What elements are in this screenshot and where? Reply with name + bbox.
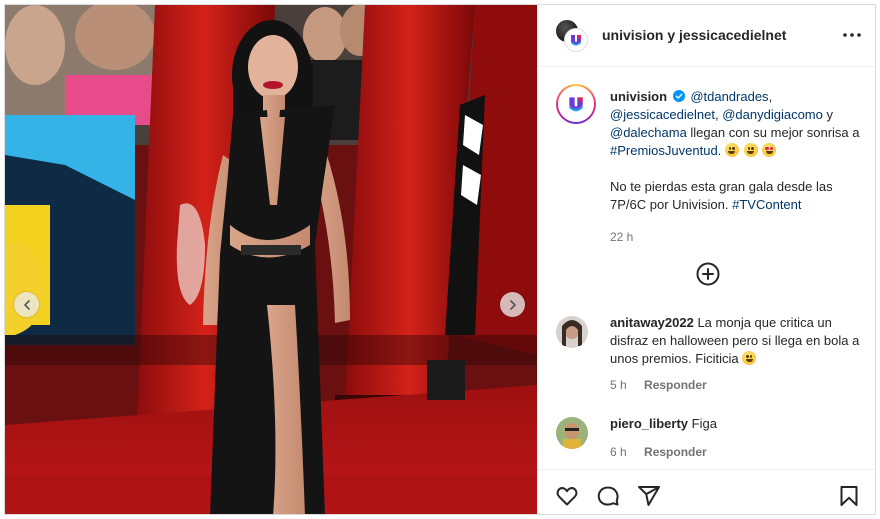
chevron-right-icon	[509, 299, 516, 310]
comment-text: anitaway2022 La monja que critica un dis…	[610, 314, 868, 368]
comment-username[interactable]: anitaway2022	[610, 315, 694, 330]
post-header: univision y jessicacedielnet	[538, 5, 875, 67]
reply-button[interactable]: Responder	[644, 445, 707, 459]
caption-avatar-univision[interactable]	[556, 84, 596, 124]
post-actions-bar	[538, 469, 875, 514]
add-circle-icon	[696, 262, 720, 286]
like-button[interactable]	[555, 484, 579, 508]
hashtag-link[interactable]: #TVContent	[732, 197, 801, 212]
post-account-names[interactable]: univision y jessicacedielnet	[602, 27, 786, 43]
avatar-image	[556, 316, 588, 348]
caption-timestamp[interactable]: 22 h	[610, 230, 633, 244]
grinning-face-icon	[724, 143, 739, 157]
collab-avatars[interactable]	[555, 19, 587, 51]
caption-text-1-end: .	[717, 143, 725, 158]
carousel-prev-button[interactable]	[14, 292, 39, 317]
post-photo[interactable]	[5, 5, 537, 514]
comment-meta: 5 h Responder	[610, 378, 707, 392]
comment-time[interactable]: 6 h	[610, 445, 627, 459]
mention-link[interactable]: @dalechama	[610, 125, 687, 140]
smiling-face-icon	[743, 143, 758, 157]
univision-logo-icon	[569, 97, 583, 112]
post-side-panel: univision y jessicacedielnet univision @…	[537, 5, 875, 514]
hashtag-link[interactable]: #PremiosJuventud	[610, 143, 718, 158]
caption-text-1: llegan con su mejor sonrisa a	[686, 125, 860, 140]
verified-badge-icon	[672, 90, 685, 102]
comment-button[interactable]	[596, 484, 620, 508]
comment-icon	[597, 486, 619, 506]
comments-scroll-area[interactable]: univision @tdandrades, @jessicacedielnet…	[538, 68, 875, 468]
caption-connector: ,	[768, 89, 773, 104]
mention-link[interactable]: @jessicacedielnet	[610, 107, 715, 122]
caption-username[interactable]: univision	[610, 89, 667, 104]
share-button[interactable]	[637, 484, 661, 508]
comment-body: Figa	[688, 416, 717, 431]
avatar-image	[556, 417, 588, 449]
reply-button[interactable]: Responder	[644, 378, 707, 392]
comment-username[interactable]: piero_liberty	[610, 416, 688, 431]
carousel-next-button[interactable]	[500, 292, 525, 317]
mention-link[interactable]: @danydigiacomo	[722, 107, 823, 122]
comment-item: anitaway2022 La monja que critica un dis…	[550, 314, 870, 394]
save-button[interactable]	[837, 484, 861, 508]
comment-item: piero_liberty Figa 6 h Responder	[550, 415, 870, 465]
comment-meta: 6 h Responder	[610, 445, 707, 459]
comment-avatar[interactable]	[556, 417, 588, 449]
heart-icon	[556, 487, 578, 506]
comment-avatar[interactable]	[556, 316, 588, 348]
comment-text: piero_liberty Figa	[610, 415, 868, 433]
star-struck-face-icon	[762, 143, 777, 157]
more-options-button[interactable]	[840, 23, 864, 47]
chevron-left-icon	[23, 299, 30, 310]
grinning-face-icon	[742, 351, 757, 365]
photo-scene	[5, 5, 537, 514]
caption-connector: y	[822, 107, 833, 122]
share-icon	[638, 486, 660, 506]
univision-logo-icon	[571, 35, 581, 46]
comment-time[interactable]: 5 h	[610, 378, 627, 392]
mention-link[interactable]: @tdandrades	[690, 89, 768, 104]
bookmark-icon	[840, 486, 858, 506]
load-more-comments-button[interactable]	[695, 261, 721, 287]
post-dialog: univision y jessicacedielnet univision @…	[4, 4, 876, 515]
caption-text: univision @tdandrades, @jessicacedielnet…	[610, 88, 860, 232]
avatar-univision	[565, 29, 587, 51]
more-horizontal-icon	[843, 33, 861, 37]
